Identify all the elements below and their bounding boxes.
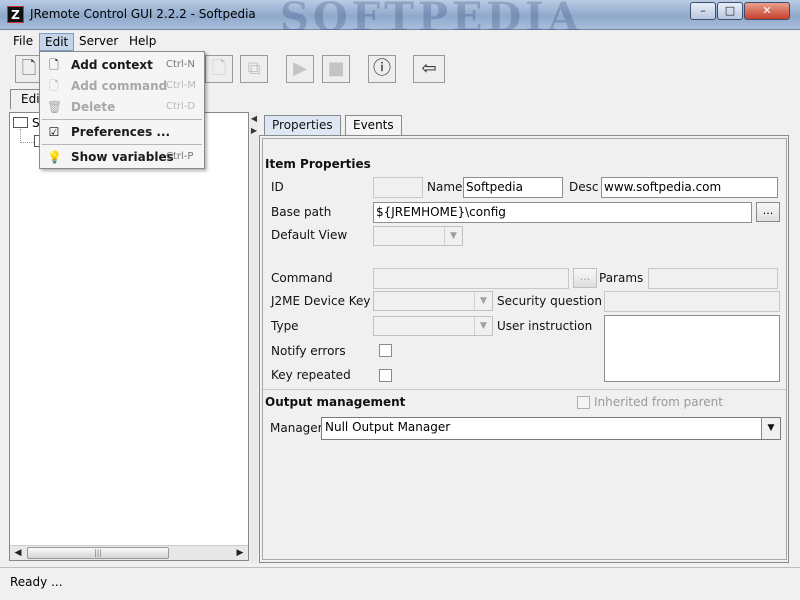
menu-separator	[42, 119, 202, 120]
menu-edit[interactable]: Edit	[39, 33, 75, 51]
scroll-right-arrow[interactable]: ▶	[233, 546, 247, 560]
status-bar: Ready ...	[0, 567, 800, 595]
menu-item-label: Add context	[71, 58, 153, 72]
lightbulb-icon: 💡	[47, 150, 62, 164]
menu-item-add-context[interactable]: 🗋 Add context Ctrl-N	[41, 55, 203, 75]
stop-button[interactable]: ■	[322, 55, 350, 83]
menu-file[interactable]: File	[8, 33, 38, 51]
j2me-device-key-label: J2ME Device Key	[271, 294, 371, 308]
status-text: Ready ...	[10, 575, 63, 589]
play-button[interactable]: ▶	[286, 55, 314, 83]
manager-selected-value: Null Output Manager	[325, 420, 451, 434]
id-label: ID	[271, 180, 284, 194]
user-instruction-label: User instruction	[497, 319, 593, 333]
collapse-right-arrow[interactable]: ▶	[250, 126, 258, 135]
app-logo-icon: Z	[7, 6, 24, 23]
panel-splitter[interactable]: ◀ ▶	[250, 112, 258, 563]
chevron-down-icon: ▼	[444, 227, 462, 245]
tab-properties[interactable]: Properties	[264, 115, 341, 135]
new-command-icon: 🗋	[49, 79, 59, 93]
tree-horizontal-scrollbar[interactable]: ◀ ||| ▶	[10, 545, 248, 560]
new-command-icon: 🗋	[211, 58, 227, 79]
chevron-down-icon: ▼	[761, 418, 780, 439]
menu-item-shortcut: Ctrl-D	[166, 101, 196, 112]
base-path-field[interactable]: ${JREMHOME}\config	[373, 202, 752, 223]
trash-icon: 🗑	[47, 100, 63, 114]
folder-icon	[13, 117, 28, 128]
title-bar: Z JRemote Control GUI 2.2.2 - Softpedia …	[0, 0, 800, 41]
security-question-field[interactable]	[604, 291, 780, 312]
window-title: JRemote Control GUI 2.2.2 - Softpedia	[30, 7, 256, 21]
notify-errors-label: Notify errors	[271, 344, 346, 358]
menu-item-add-command[interactable]: 🗋 Add command Ctrl-M	[41, 76, 203, 96]
scroll-left-arrow[interactable]: ◀	[11, 546, 25, 560]
menu-item-label: Show variables	[71, 150, 174, 164]
base-path-label: Base path	[271, 205, 332, 219]
params-label: Params	[599, 271, 644, 285]
play-icon: ▶	[293, 58, 307, 79]
command-field[interactable]	[373, 268, 569, 289]
menu-bar: File Edit Server Help	[0, 30, 800, 52]
close-button[interactable]: ✕	[744, 2, 790, 20]
menu-item-show-variables[interactable]: 💡 Show variables Ctrl-P	[41, 147, 203, 167]
command-browse-button[interactable]: ...	[573, 268, 597, 288]
menu-item-shortcut: Ctrl-P	[166, 151, 194, 162]
name-label: Name	[427, 180, 463, 194]
menu-item-delete[interactable]: 🗑 Delete Ctrl-D	[41, 97, 203, 117]
user-instruction-textarea[interactable]	[604, 315, 780, 382]
notify-errors-checkbox[interactable]	[379, 344, 392, 357]
menu-separator	[42, 144, 202, 145]
menu-item-label: Preferences ...	[71, 125, 171, 139]
tree-connector	[20, 129, 34, 143]
manager-select[interactable]: Null Output Manager ▼	[321, 417, 781, 440]
manager-label: Manager	[270, 421, 323, 435]
default-view-select[interactable]: ▼	[373, 226, 463, 246]
default-view-label: Default View	[271, 228, 348, 242]
new-context-icon: 🗋	[49, 58, 59, 72]
desc-label: Desc	[569, 180, 599, 194]
section-divider	[263, 389, 786, 390]
maximize-button[interactable]: □	[717, 2, 743, 20]
type-select[interactable]: ▼	[373, 316, 493, 336]
copy-button[interactable]: ⧉	[240, 55, 268, 83]
output-management-heading: Output management	[265, 395, 406, 409]
type-label: Type	[271, 319, 299, 333]
name-field[interactable]: Softpedia	[463, 177, 563, 198]
command-label: Command	[271, 271, 333, 285]
security-question-label: Security question	[497, 294, 602, 308]
copy-icon: ⧉	[247, 58, 261, 79]
new-command-button[interactable]: 🗋	[205, 55, 233, 83]
stop-icon: ■	[327, 58, 345, 79]
menu-item-label: Add command	[71, 79, 168, 93]
item-properties-heading: Item Properties	[265, 157, 371, 171]
menu-item-label: Delete	[71, 100, 116, 114]
key-repeated-checkbox[interactable]	[379, 369, 392, 382]
exit-button[interactable]: ⇦	[413, 55, 445, 83]
inherited-from-parent-checkbox[interactable]	[577, 396, 590, 409]
minimize-button[interactable]: –	[690, 2, 716, 20]
info-icon: ⓘ	[373, 58, 391, 79]
desc-field[interactable]: www.softpedia.com	[601, 177, 778, 198]
key-repeated-label: Key repeated	[271, 368, 351, 382]
menu-item-shortcut: Ctrl-M	[166, 80, 197, 91]
chevron-down-icon: ▼	[474, 317, 492, 335]
menu-item-preferences[interactable]: ☑ Preferences ...	[41, 122, 203, 142]
menu-help[interactable]: Help	[124, 33, 161, 51]
inherited-from-parent-label: Inherited from parent	[594, 395, 723, 409]
collapse-left-arrow[interactable]: ◀	[250, 114, 258, 123]
menu-item-shortcut: Ctrl-N	[166, 59, 195, 70]
preferences-icon: ☑	[48, 125, 60, 139]
j2me-device-key-select[interactable]: ▼	[373, 291, 493, 311]
scroll-thumb[interactable]: |||	[27, 547, 169, 559]
chevron-down-icon: ▼	[474, 292, 492, 310]
context-tree[interactable]: S	[9, 112, 249, 561]
exit-icon: ⇦	[421, 58, 437, 79]
params-field[interactable]	[648, 268, 778, 289]
tab-events[interactable]: Events	[345, 115, 402, 135]
id-field[interactable]	[373, 177, 423, 198]
edit-menu-dropdown: 🗋 Add context Ctrl-N 🗋 Add command Ctrl-…	[39, 51, 205, 169]
menu-server[interactable]: Server	[74, 33, 123, 51]
info-button[interactable]: ⓘ	[368, 55, 396, 83]
base-path-browse-button[interactable]: ...	[756, 202, 780, 222]
